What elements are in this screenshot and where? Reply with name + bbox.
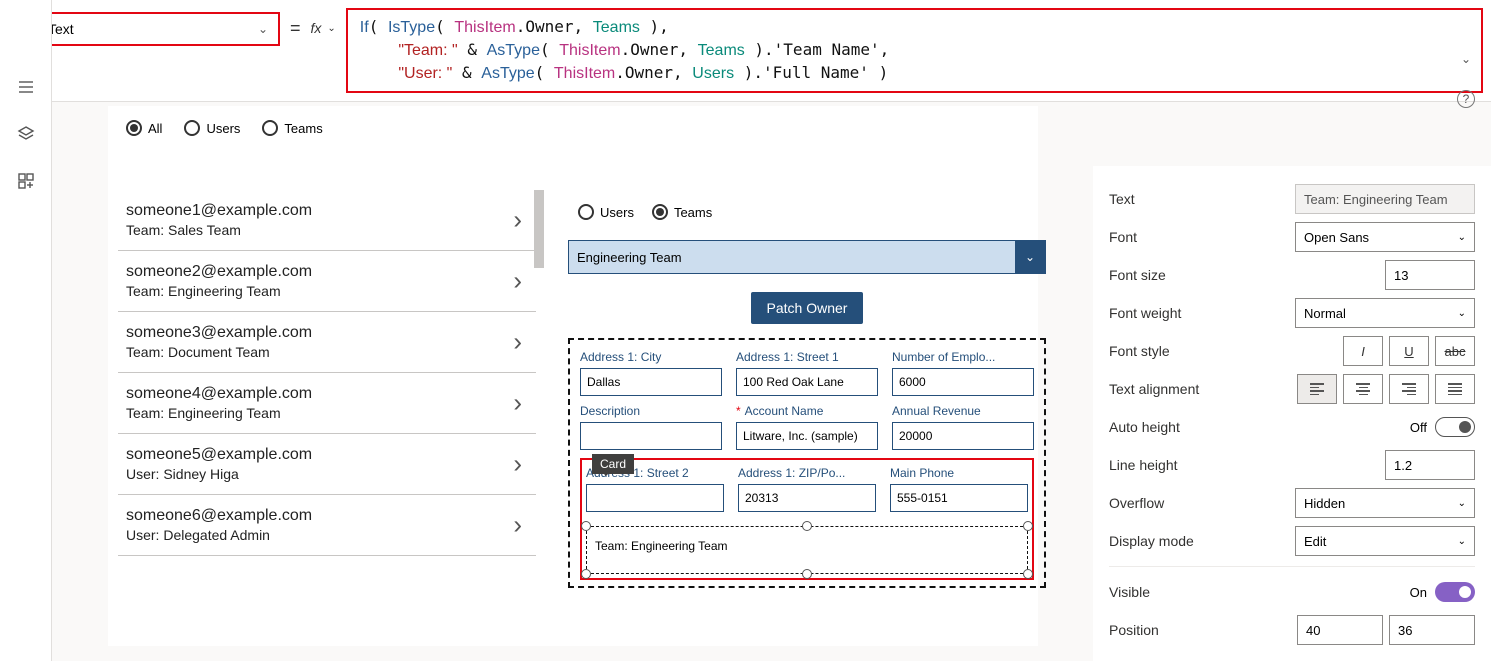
team-dropdown-value: Engineering Team <box>569 241 1015 273</box>
italic-button[interactable]: I <box>1343 336 1383 366</box>
owner-type-radio: Users Teams <box>568 190 1046 234</box>
hamburger-icon[interactable] <box>17 78 35 101</box>
prop-position-label: Position <box>1109 622 1159 638</box>
field-revenue: Annual Revenue <box>892 404 1034 450</box>
chevron-down-icon: ⌄ <box>1458 232 1466 243</box>
list-item[interactable]: someone2@example.comTeam: Engineering Te… <box>118 251 536 312</box>
field-desc: Description <box>580 404 722 450</box>
left-rail <box>0 0 52 661</box>
selected-text-control[interactable]: Team: Engineering Team <box>586 526 1028 574</box>
prop-fontsize-label: Font size <box>1109 267 1166 283</box>
prop-overflow-label: Overflow <box>1109 495 1164 511</box>
input-phone[interactable] <box>890 484 1028 512</box>
field-employees: Number of Emplo... <box>892 350 1034 396</box>
prop-lineheight-label: Line height <box>1109 457 1178 473</box>
properties-panel: Text Font Open Sans⌄ Font size Font weigh… <box>1093 166 1491 661</box>
align-buttons <box>1297 374 1475 404</box>
input-desc[interactable] <box>580 422 722 450</box>
list-item[interactable]: someone1@example.comTeam: Sales Team› <box>118 190 536 251</box>
property-selector[interactable]: Text ⌄ <box>36 12 280 46</box>
chevron-right-icon: › <box>513 205 522 236</box>
selected-card[interactable]: Card Address 1: Street 2 Address 1: ZIP/… <box>580 458 1034 580</box>
align-left-button[interactable] <box>1297 374 1337 404</box>
input-street2[interactable] <box>586 484 724 512</box>
input-street1[interactable] <box>736 368 878 396</box>
chevron-right-icon: › <box>513 388 522 419</box>
prop-fontweight-label: Font weight <box>1109 305 1181 321</box>
radio-teams[interactable]: Teams <box>262 120 322 136</box>
prop-fontstyle-label: Font style <box>1109 343 1170 359</box>
chevron-down-icon: ⌄ <box>327 23 335 34</box>
radio-users[interactable]: Users <box>184 120 240 136</box>
help-icon[interactable]: ? <box>1457 90 1475 108</box>
prop-text-value[interactable] <box>1295 184 1475 214</box>
input-account[interactable] <box>736 422 878 450</box>
radio-owner-teams[interactable]: Teams <box>652 204 712 220</box>
input-revenue[interactable] <box>892 422 1034 450</box>
prop-autoheight-label: Auto height <box>1109 419 1180 435</box>
prop-fontsize-input[interactable] <box>1385 260 1475 290</box>
prop-align-label: Text alignment <box>1109 381 1199 397</box>
align-center-button[interactable] <box>1343 374 1383 404</box>
fx-label: fx <box>311 20 322 36</box>
list-item[interactable]: someone6@example.comUser: Delegated Admi… <box>118 495 536 556</box>
input-employees[interactable] <box>892 368 1034 396</box>
form-pane: Users Teams Engineering Team ⌄ Patch Own… <box>568 190 1046 588</box>
prop-fontweight-select[interactable]: Normal⌄ <box>1295 298 1475 328</box>
list-item[interactable]: someone3@example.comTeam: Document Team› <box>118 312 536 373</box>
canvas: All Users Teams someone1@example.comTeam… <box>108 106 1038 646</box>
selected-text-value: Team: Engineering Team <box>595 539 728 553</box>
layers-icon[interactable] <box>17 125 35 148</box>
list-item[interactable]: someone5@example.comUser: Sidney Higa› <box>118 434 536 495</box>
list-item[interactable]: someone4@example.comTeam: Engineering Te… <box>118 373 536 434</box>
chevron-right-icon: › <box>513 327 522 358</box>
field-zip: Address 1: ZIP/Po... <box>738 466 876 512</box>
field-street1: Address 1: Street 1 <box>736 350 878 396</box>
prop-font-select[interactable]: Open Sans⌄ <box>1295 222 1475 252</box>
autoheight-toggle[interactable] <box>1435 417 1475 437</box>
patch-owner-button[interactable]: Patch Owner <box>751 292 864 324</box>
prop-lineheight-input[interactable] <box>1385 450 1475 480</box>
contacts-list: someone1@example.comTeam: Sales Team› so… <box>118 190 536 556</box>
prop-position-x[interactable] <box>1297 615 1383 645</box>
prop-displaymode-label: Display mode <box>1109 533 1194 549</box>
prop-visible-label: Visible <box>1109 584 1150 600</box>
card-tooltip: Card <box>592 454 634 474</box>
prop-position-y[interactable] <box>1389 615 1475 645</box>
align-justify-button[interactable] <box>1435 374 1475 404</box>
prop-font-label: Font <box>1109 229 1137 245</box>
team-dropdown[interactable]: Engineering Team ⌄ <box>568 240 1046 274</box>
chevron-right-icon: › <box>513 449 522 480</box>
formula-bar: Text ⌄ = fx ⌄ If( IsType( ThisItem.Owner… <box>0 0 1491 102</box>
filter-radio-group: All Users Teams <box>108 106 323 150</box>
input-city[interactable] <box>580 368 722 396</box>
align-right-button[interactable] <box>1389 374 1429 404</box>
radio-owner-users[interactable]: Users <box>578 204 634 220</box>
fx-button[interactable]: fx ⌄ <box>311 8 336 42</box>
insert-icon[interactable] <box>17 172 35 195</box>
chevron-down-icon[interactable]: ⌄ <box>1461 48 1471 70</box>
prop-displaymode-select[interactable]: Edit⌄ <box>1295 526 1475 556</box>
prop-overflow-select[interactable]: Hidden⌄ <box>1295 488 1475 518</box>
radio-all[interactable]: All <box>126 120 162 136</box>
chevron-down-icon: ⌄ <box>1015 241 1045 273</box>
input-zip[interactable] <box>738 484 876 512</box>
fontstyle-buttons: I U abc <box>1343 336 1475 366</box>
strike-button[interactable]: abc <box>1435 336 1475 366</box>
form-card-container: Address 1: City Address 1: Street 1 Numb… <box>568 338 1046 588</box>
chevron-down-icon: ⌄ <box>1458 536 1466 547</box>
equals-label: = <box>280 8 311 39</box>
chevron-down-icon: ⌄ <box>258 22 268 36</box>
chevron-down-icon: ⌄ <box>1458 498 1466 509</box>
field-account: *Account Name <box>736 404 878 450</box>
underline-button[interactable]: U <box>1389 336 1429 366</box>
prop-text-label: Text <box>1109 191 1135 207</box>
field-city: Address 1: City <box>580 350 722 396</box>
visible-toggle[interactable] <box>1435 582 1475 602</box>
chevron-down-icon: ⌄ <box>1458 308 1466 319</box>
formula-input[interactable]: If( IsType( ThisItem.Owner, Teams ), "Te… <box>346 8 1483 93</box>
chevron-right-icon: › <box>513 510 522 541</box>
field-phone: Main Phone <box>890 466 1028 512</box>
chevron-right-icon: › <box>513 266 522 297</box>
